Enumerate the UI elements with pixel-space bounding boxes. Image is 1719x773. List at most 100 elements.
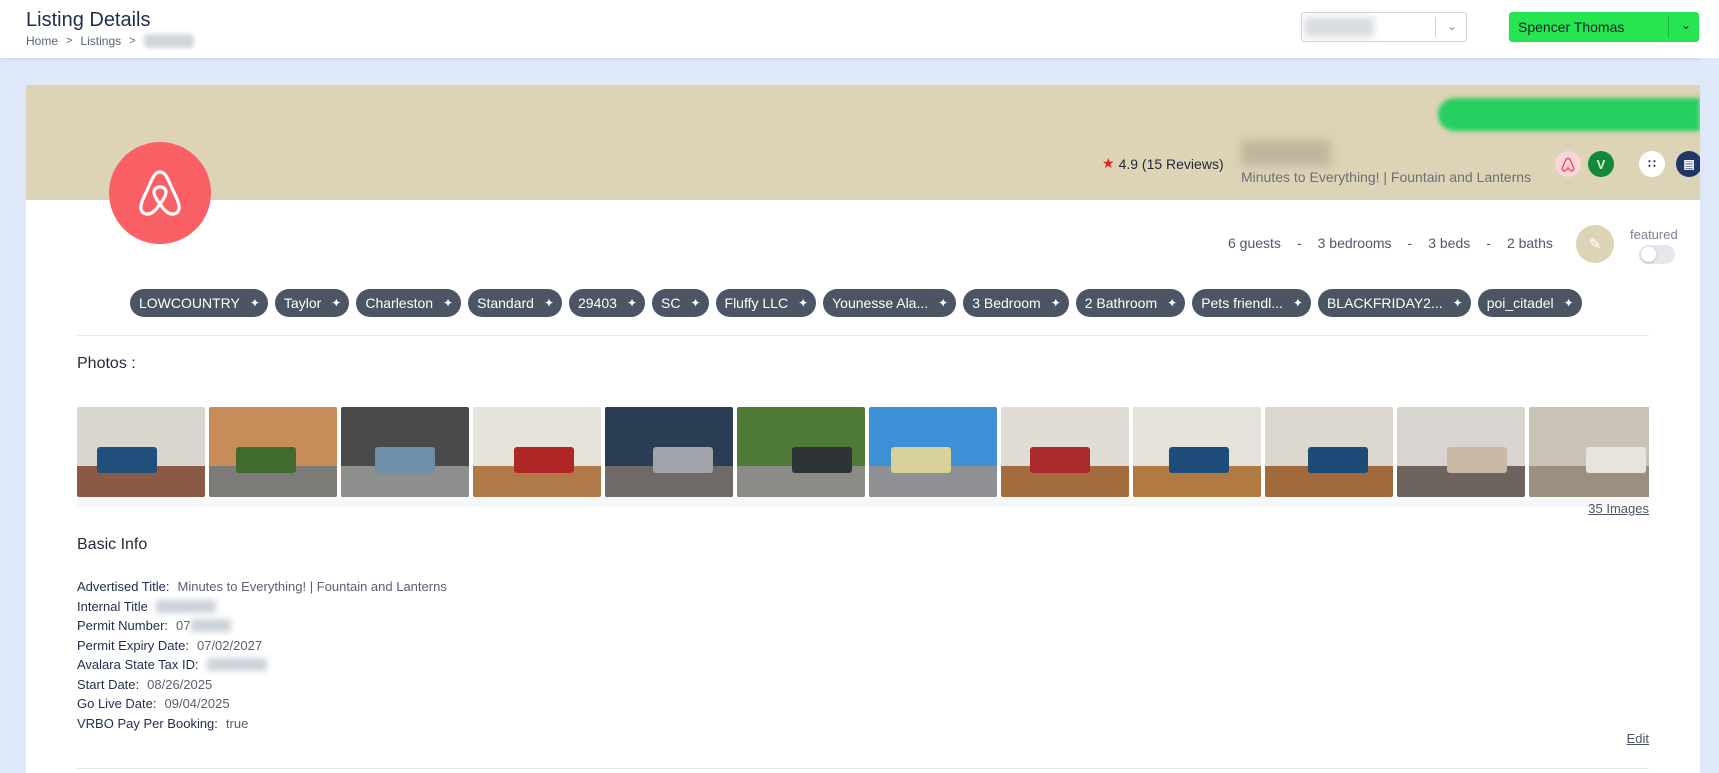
featured-label: featured: [1630, 227, 1678, 242]
listing-card: ★ 4.9 (15 Reviews) Minutes to Everything…: [26, 85, 1702, 773]
breadcrumb-listings[interactable]: Listings: [80, 34, 121, 48]
photo-subject: [891, 447, 951, 473]
magic-wand-icon[interactable]: ✦: [798, 296, 808, 310]
info-value: 07: [176, 618, 191, 633]
magic-wand-icon[interactable]: ✦: [250, 296, 260, 310]
info-label: Permit Number:: [77, 618, 169, 633]
featured-toggle[interactable]: [1639, 245, 1675, 264]
backyard-shed-photo[interactable]: [737, 407, 865, 497]
photo-subject: [514, 447, 574, 473]
tag-chip[interactable]: Taylor ✦: [274, 289, 350, 317]
info-value: Minutes to Everything! | Fountain and La…: [177, 579, 447, 594]
info-label: Advertised Title:: [77, 579, 170, 594]
magic-wand-icon[interactable]: ✦: [1564, 296, 1574, 310]
photo-subject: [1447, 447, 1507, 473]
tag-chip[interactable]: Pets friendl... ✦: [1192, 289, 1311, 317]
magic-wand-icon[interactable]: ✦: [1293, 296, 1303, 310]
stat-separator: -: [1407, 235, 1413, 251]
listing-name-redacted: [1241, 140, 1331, 166]
tag-chip[interactable]: poi_citadel ✦: [1477, 289, 1582, 317]
photo-subject: [792, 447, 852, 473]
select-divider: [1668, 16, 1669, 38]
tag-chip[interactable]: SC ✦: [652, 289, 709, 317]
dining-room-photo[interactable]: [473, 407, 601, 497]
user-name: Spencer Thomas: [1518, 19, 1625, 35]
magic-wand-icon[interactable]: ✦: [1051, 296, 1061, 310]
tag-label: Taylor: [283, 295, 322, 311]
tag-chip[interactable]: BLACKFRIDAY2... ✦: [1317, 289, 1471, 317]
tag-chip[interactable]: 2 Bathroom ✦: [1075, 289, 1186, 317]
chevron-down-icon: ⌄: [1446, 19, 1457, 33]
airbnb-channel-icon[interactable]: [1555, 151, 1581, 177]
magic-wand-icon[interactable]: ✦: [331, 296, 341, 310]
info-row-go-live: Go Live Date: 09/04/2025: [77, 694, 447, 714]
rating: ★ 4.9 (15 Reviews): [1102, 155, 1224, 172]
tag-chip[interactable]: 3 Bedroom ✦: [963, 289, 1069, 317]
tag-chip[interactable]: Standard ✦: [468, 289, 562, 317]
tag-chip[interactable]: Charleston ✦: [356, 289, 462, 317]
magic-wand-icon[interactable]: ✦: [1167, 296, 1177, 310]
magic-wand-icon[interactable]: ✦: [627, 296, 637, 310]
magic-wand-icon[interactable]: ✦: [690, 296, 700, 310]
kitchen-sink-photo[interactable]: [1529, 407, 1649, 497]
tag-chip[interactable]: LOWCOUNTRY ✦: [130, 289, 268, 317]
info-row-internal-title: Internal Title: [77, 597, 447, 617]
kitchen-range-photo[interactable]: [1397, 407, 1525, 497]
all-images-link[interactable]: 35 Images: [1588, 501, 1649, 516]
divider: [77, 335, 1649, 336]
gazebo-photo[interactable]: [341, 407, 469, 497]
bedrooms-count: 3 bedrooms: [1317, 235, 1392, 251]
info-value-redacted: [206, 658, 267, 672]
user-select[interactable]: Spencer Thomas ⌄: [1509, 12, 1699, 42]
tag-chip[interactable]: Fluffy LLC ✦: [715, 289, 817, 317]
photo-strip[interactable]: [77, 407, 1649, 497]
status-pill-redacted[interactable]: [1438, 98, 1700, 131]
page-title: Listing Details: [26, 9, 151, 31]
tag-label: Fluffy LLC: [724, 295, 789, 311]
bed-channel-icon[interactable]: ▤: [1676, 151, 1702, 177]
info-row-permit-expiry: Permit Expiry Date: 07/02/2027: [77, 636, 447, 656]
photos-title: Photos :: [77, 355, 136, 372]
photo-subject: [653, 447, 713, 473]
grid-channel-icon[interactable]: ∷: [1639, 151, 1665, 177]
photo-subject: [1030, 447, 1090, 473]
account-select[interactable]: ⌄: [1301, 12, 1467, 42]
stat-separator: -: [1296, 235, 1302, 251]
patio-photo[interactable]: [209, 407, 337, 497]
pencil-icon: ✎: [1588, 236, 1602, 253]
magic-wand-icon[interactable]: ✦: [1453, 296, 1463, 310]
tag-chip[interactable]: Younesse Ala... ✦: [823, 289, 957, 317]
tag-label: 3 Bedroom: [972, 295, 1041, 311]
kitchen-photo[interactable]: [605, 407, 733, 497]
info-value: 09/04/2025: [164, 696, 230, 711]
info-label: Go Live Date:: [77, 696, 157, 711]
tag-list: LOWCOUNTRY ✦ Taylor ✦ Charleston ✦ Standard ✦ 29…: [130, 289, 1582, 317]
select-divider: [1435, 17, 1436, 37]
living-room-photo[interactable]: [77, 407, 205, 497]
tag-chip[interactable]: 29403 ✦: [569, 289, 645, 317]
chevron-down-icon: ⌄: [1680, 18, 1691, 32]
info-value-redacted: [190, 619, 231, 633]
vrbo-channel-icon[interactable]: V: [1588, 151, 1614, 177]
toggle-knob: [1641, 247, 1656, 262]
tag-label: 2 Bathroom: [1084, 295, 1158, 311]
photo-subject: [236, 447, 296, 473]
star-icon: ★: [1102, 155, 1115, 171]
magic-wand-icon[interactable]: ✦: [938, 296, 948, 310]
breadcrumb-current-redacted: [143, 34, 194, 48]
edit-listing-button[interactable]: ✎: [1576, 225, 1614, 263]
listing-subtitle: Minutes to Everything! | Fountain and La…: [1241, 169, 1532, 185]
exterior-photo[interactable]: [869, 407, 997, 497]
breadcrumb-home[interactable]: Home: [26, 34, 58, 48]
stat-separator: -: [1486, 235, 1491, 251]
edit-basic-info-link[interactable]: Edit: [1627, 731, 1649, 746]
magic-wand-icon[interactable]: ✦: [443, 296, 453, 310]
dining-area-photo[interactable]: [1001, 407, 1129, 497]
magic-wand-icon[interactable]: ✦: [544, 296, 554, 310]
account-select-value-redacted: [1304, 17, 1374, 37]
family-room-photo[interactable]: [1265, 407, 1393, 497]
beds-count: 3 beds: [1428, 235, 1471, 251]
guests-count: 6 guests: [1228, 235, 1281, 251]
info-label: Permit Expiry Date:: [77, 637, 189, 653]
lounge-photo[interactable]: [1133, 407, 1261, 497]
